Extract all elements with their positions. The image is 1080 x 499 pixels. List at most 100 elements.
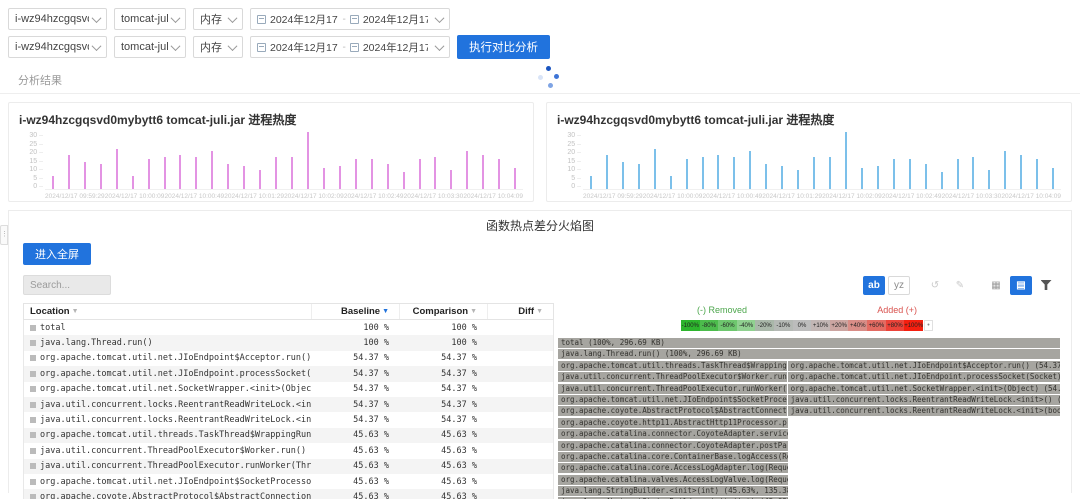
chevron-down-icon [227,12,238,23]
comparison-instance-select[interactable]: i-wz94hzcgqsvd0mybytt6 [8,36,107,58]
heat-bar [195,156,198,189]
table-row[interactable]: total 100 % 100 % [24,320,553,335]
location-text: total [40,322,66,333]
comparison-process-select[interactable]: tomcat-juli.jar [114,36,186,58]
flame-frame[interactable]: org.apache.coyote.http11.AbstractHttp11P… [558,417,788,428]
cell-comparison: 45.63 % [441,445,477,456]
column-header-baseline[interactable]: Baseline ▼ [311,304,399,319]
flame-frame[interactable]: org.apache.coyote.AbstractProtocol$Abstr… [558,406,787,417]
column-header-location[interactable]: Location ▼ [24,306,311,317]
flame-frame[interactable]: java.lang.StringBuilder.<init>(int) (45.… [558,486,788,497]
heat-bar [322,168,325,189]
comparison-daterange-picker[interactable]: 2024年12月17日 09:59:28 - 2024年12月17日 10:04… [250,36,450,58]
baseline-process-select[interactable]: tomcat-juli.jar [114,8,186,30]
stack-frame-icon [30,324,36,331]
baseline-end-date: 2024年12月17日 10:04:2 [362,13,428,26]
edit-button[interactable]: ✎ [949,275,971,295]
heat-bar [179,154,182,189]
table-row[interactable]: org.apache.coyote.AbstractProtocol$Abstr… [24,489,553,499]
flame-frame[interactable]: java.lang.Thread.run() (100%, 296.69 KB) [558,349,1060,360]
table-row[interactable]: java.util.concurrent.locks.ReentrantRead… [24,396,553,413]
x-tick-label: 2024/12/17 10:02:49 [343,193,404,200]
diff-color-scale: -100% -80% -60% -40% -20% -10% 0% +10% +20% +40% +… [681,320,933,331]
flame-frame[interactable]: org.apache.tomcat.util.net.JIoEndpoint.p… [787,372,1060,383]
table-row[interactable]: org.apache.tomcat.util.net.JIoEndpoint$A… [24,351,553,366]
bar-slot [950,132,966,189]
run-comparison-button[interactable]: 执行对比分析 [457,35,550,59]
flame-row: org.apache.catalina.core.ContainerBase.l… [558,451,1061,462]
search-input[interactable] [23,275,111,295]
fullscreen-button[interactable]: 进入全屏 [23,243,91,265]
flamegraph-toolbar: abyz ↺✎ ▦▤ [23,275,1057,295]
flame-frame[interactable]: org.apache.tomcat.util.threads.TaskThrea… [558,360,787,371]
flame-row: org.apache.catalina.connector.CoyoteAdap… [558,429,1061,440]
y-tick-label: 30 [29,132,43,139]
heat-bar [908,158,911,189]
cell-comparison: 54.37 % [441,399,477,410]
flame-frame[interactable]: org.apache.tomcat.util.net.SocketWrapper… [787,383,1060,394]
flame-frame[interactable]: org.apache.tomcat.util.net.JIoEndpoint$A… [787,360,1060,371]
table-row[interactable]: java.util.concurrent.locks.ReentrantRead… [24,412,553,427]
bar-slot [583,132,599,189]
flame-frame[interactable]: org.apache.catalina.connector.CoyoteAdap… [558,429,788,440]
flame-frame[interactable]: org.apache.catalina.connector.CoyoteAdap… [558,440,788,451]
location-text: org.apache.tomcat.util.net.JIoEndpoint$A… [40,353,311,364]
column-header-comparison[interactable]: Comparison ▼ [399,304,487,319]
location-text: java.util.concurrent.locks.ReentrantRead… [40,399,311,410]
baseline-start-date: 2024年12月17日 09:59:28 [270,13,338,26]
flame-frame[interactable]: java.util.concurrent.ThreadPoolExecutor$… [558,372,787,383]
flame-frame[interactable]: org.apache.catalina.core.AccessLogAdapte… [558,463,788,474]
scale-close-button[interactable]: • [924,320,933,331]
flame-frame[interactable]: java.util.concurrent.locks.ReentrantRead… [787,394,1060,405]
flame-frame[interactable]: total (100%, 296.69 KB) [558,338,1060,348]
table-row[interactable]: java.lang.Thread.run() 100 % 100 % [24,335,553,351]
cell-location: java.util.concurrent.locks.ReentrantRead… [24,415,311,425]
cell-baseline: 45.63 % [353,491,389,499]
baseline-daterange-picker[interactable]: 2024年12月17日 09:59:28 - 2024年12月17日 10:04… [250,8,450,30]
funnel-icon [1040,280,1052,290]
column-header-diff[interactable]: Diff ▼ [487,304,553,319]
table-view-button[interactable]: ▦ [985,275,1007,295]
stack-frame-icon [30,432,36,439]
scale-segment: -20% [755,320,775,331]
table-row[interactable]: org.apache.tomcat.util.net.JIoEndpoint$S… [24,474,553,489]
baseline-process-value: tomcat-juli.jar [121,13,168,25]
baseline-instance-select[interactable]: i-wz94hzcgqsvd0mybytt6 [8,8,107,30]
flame-row: total (100%, 296.69 KB) [558,338,1061,348]
x-tick-label: 2024/12/17 10:00:49 [702,193,763,200]
match-word-button[interactable]: yz [888,275,910,295]
cell-baseline: 45.63 % [353,430,389,441]
baseline-metric-select[interactable]: 内存 [193,8,243,30]
table-row[interactable]: org.apache.tomcat.util.net.JIoEndpoint.p… [24,366,553,382]
comparison-metric-select[interactable]: 内存 [193,36,243,58]
table-row[interactable]: java.util.concurrent.ThreadPoolExecutor.… [24,458,553,474]
panel-collapse-handle[interactable]: ⋮ [0,225,8,245]
sort-caret-icon: ▼ [470,308,477,315]
y-tick-label: 0 [571,183,581,190]
flame-frame[interactable]: org.apache.tomcat.util.net.JIoEndpoint$S… [558,394,787,405]
table-row[interactable]: java.util.concurrent.ThreadPoolExecutor$… [24,443,553,458]
heat-bar [498,158,501,189]
flame-frame[interactable]: org.apache.catalina.core.ContainerBase.l… [558,451,788,462]
heat-bar [1004,151,1007,189]
flamegraph-panel: (-) Removed Added (+) -100% -80% -60% -40% -… [554,303,1071,499]
undo-button[interactable]: ↺ [924,275,946,295]
diff-flamegraph-section: ⋮ 函数热点差分火焰图 进入全屏 abyz ↺✎ ▦▤ Location ▼ Bas… [0,210,1072,499]
scale-segment: +60% [867,320,886,331]
calendar-icon [257,14,266,24]
stack-frame-icon [30,478,36,485]
flamegraph-view-button[interactable]: ▤ [1010,275,1032,295]
flame-frame[interactable]: java.util.concurrent.locks.ReentrantRead… [787,406,1060,417]
table-row[interactable]: org.apache.tomcat.util.threads.TaskThrea… [24,427,553,444]
filter-button[interactable] [1035,275,1057,295]
x-tick-label: 2024/12/17 10:02:49 [881,193,942,200]
stack-frame-icon [30,340,36,347]
table-row[interactable]: org.apache.tomcat.util.net.SocketWrapper… [24,382,553,397]
flame-frame[interactable]: java.util.concurrent.ThreadPoolExecutor.… [558,383,787,394]
flame-frame[interactable]: org.apache.catalina.valves.AccessLogValv… [558,474,788,485]
header-label: Baseline [340,306,381,317]
match-case-button[interactable]: ab [863,275,885,295]
location-text: org.apache.tomcat.util.net.JIoEndpoint$S… [40,476,311,487]
stack-frame-icon [30,386,36,393]
flame-row: java.lang.StringBuilder.<init>(int) (45.… [558,486,1061,497]
